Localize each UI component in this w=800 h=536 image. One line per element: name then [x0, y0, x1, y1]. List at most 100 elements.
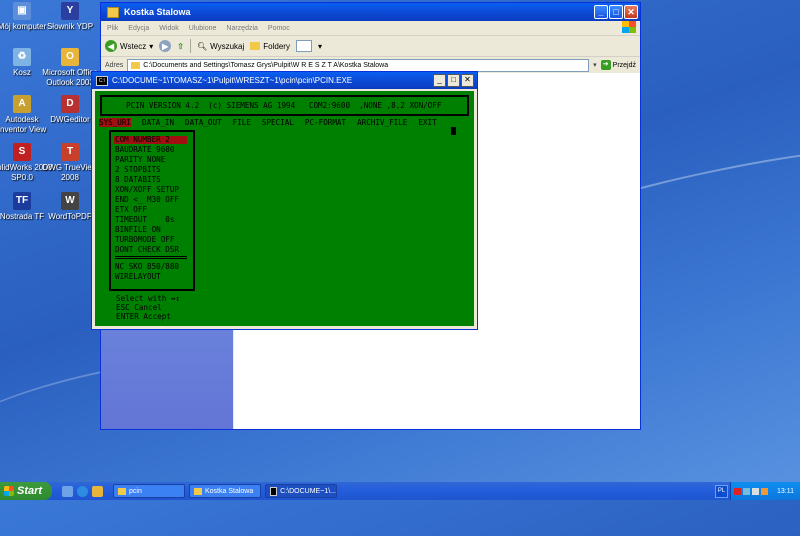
- key-hint: ENTER Accept: [116, 312, 171, 321]
- address-dropdown-icon[interactable]: ▾: [593, 61, 597, 69]
- folder-icon: [107, 6, 119, 18]
- submenu-option[interactable]: ETX OFF: [115, 206, 147, 214]
- folder-icon: [118, 487, 126, 495]
- cmd-icon: C:\: [96, 75, 108, 86]
- maximize-button[interactable]: □: [609, 5, 623, 19]
- back-button[interactable]: ◀ Wstecz ▾: [105, 40, 153, 52]
- menu-item[interactable]: Edycja: [128, 25, 149, 32]
- text-cursor: [451, 127, 456, 135]
- clock[interactable]: 13:11: [777, 488, 800, 495]
- taskbar-button[interactable]: C:\DOCUME~1\...: [265, 484, 337, 498]
- app-icon: D: [61, 95, 79, 113]
- console-title: C:\DOCUME~1\TOMASZ~1\Pulpit\WRESZT~1\pci…: [112, 76, 353, 85]
- menu-item[interactable]: Narzędzia: [226, 25, 258, 32]
- address-input[interactable]: C:\Documents and Settings\Tomasz Grys\Pu…: [127, 58, 590, 72]
- address-label: Adres: [105, 61, 124, 69]
- folder-icon: [131, 61, 141, 69]
- dropdown-arrow-icon[interactable]: ▾: [149, 42, 153, 51]
- back-arrow-icon: ◀: [105, 40, 117, 52]
- sys-uri-submenu: COM NUMBER 2 BAUDRATE 9600 PARITY NONE 2 ST…: [109, 130, 195, 291]
- submenu-option[interactable]: 8 DATABITS: [115, 176, 161, 184]
- app-icon: O: [61, 48, 79, 66]
- minimize-button[interactable]: _: [433, 74, 446, 87]
- pcin-menu-item[interactable]: PC-FORMAT: [305, 118, 346, 127]
- submenu-option[interactable]: DONT CHECK DSR: [115, 246, 179, 254]
- outlook-icon[interactable]: [92, 485, 103, 497]
- pcin-menu-item[interactable]: EXIT: [418, 118, 436, 127]
- task-list: pcin Kostka Stalowa C:\DOCUME~1\...: [109, 484, 337, 498]
- explorer-title: Kostka Stalowa: [124, 7, 191, 17]
- submenu-option[interactable]: 2 STOPBITS: [115, 166, 161, 174]
- tray-network-icon[interactable]: [743, 487, 750, 495]
- pcin-menu-item[interactable]: ARCHIV_FILE: [357, 118, 407, 127]
- menu-item[interactable]: Widok: [159, 25, 178, 32]
- submenu-option[interactable]: COM NUMBER 2: [114, 136, 187, 144]
- windows-logo-icon: [622, 21, 636, 33]
- folders-icon: [250, 42, 261, 50]
- folders-button[interactable]: Foldery: [250, 42, 290, 51]
- menu-item[interactable]: Ulubione: [189, 25, 217, 32]
- search-icon: 🔍︎: [196, 41, 208, 51]
- pcin-menu-item[interactable]: DATA_OUT: [185, 118, 222, 127]
- app-icon: S: [13, 143, 31, 161]
- submenu-option[interactable]: NC SKO 850/880: [115, 263, 179, 271]
- system-tray: 13:11: [730, 482, 800, 500]
- forward-button[interactable]: ▶: [159, 40, 172, 52]
- app-icon: ▣: [13, 2, 31, 20]
- taskbar-button-label: Kostka Stalowa: [205, 487, 254, 495]
- toolbar-separator: [189, 39, 191, 53]
- app-icon: ♻: [13, 48, 31, 66]
- pcin-menu-item[interactable]: SYS_URI: [99, 118, 132, 127]
- show-desktop-icon[interactable]: [62, 485, 73, 497]
- menu-item[interactable]: Plik: [107, 25, 118, 32]
- submenu-option[interactable]: PARITY NONE: [115, 156, 165, 164]
- windows-flag-icon: [4, 486, 14, 496]
- console-window[interactable]: C:\ C:\DOCUME~1\TOMASZ~1\Pulpit\WRESZT~1…: [91, 71, 478, 330]
- taskbar-button-label: pcin: [129, 487, 142, 495]
- tray-update-icon[interactable]: [761, 487, 768, 495]
- pcin-menubar: SYS_URI DATA_IN DATA_OUT FILE SPECIAL PC-FORM…: [99, 118, 437, 127]
- submenu-divider: [115, 256, 187, 259]
- tray-antivirus-icon[interactable]: [734, 487, 741, 495]
- explorer-titlebar[interactable]: Kostka Stalowa _ □ ✕: [101, 3, 640, 21]
- submenu-option[interactable]: BAUDRATE 9600: [115, 146, 174, 154]
- pcin-menu-item[interactable]: FILE: [233, 118, 251, 127]
- tray-volume-icon[interactable]: [752, 487, 759, 495]
- explorer-menubar: Plik Edycja Widok Ulubione Narzędzia Pomoc: [101, 21, 640, 36]
- console-titlebar[interactable]: C:\ C:\DOCUME~1\TOMASZ~1\Pulpit\WRESZT~1…: [92, 72, 477, 89]
- up-folder-icon[interactable]: ⇧: [177, 42, 184, 51]
- close-button[interactable]: ✕: [461, 74, 474, 87]
- language-indicator[interactable]: PL: [715, 485, 728, 498]
- search-button[interactable]: 🔍︎ Wyszukaj: [197, 42, 244, 51]
- submenu-option[interactable]: TIMEOUT 0s: [115, 216, 174, 224]
- pcin-menu-item[interactable]: SPECIAL: [262, 118, 294, 127]
- submenu-option[interactable]: BINFILE ON: [115, 226, 161, 234]
- desktop-icon[interactable]: Y Słownik YDP: [38, 2, 102, 32]
- cmd-icon: [270, 486, 278, 496]
- close-button[interactable]: ✕: [624, 5, 638, 19]
- key-hint: Select with ↔↕: [116, 294, 181, 303]
- start-button[interactable]: Start: [0, 482, 52, 500]
- views-button[interactable]: [295, 40, 312, 52]
- pcin-menu-item[interactable]: DATA_IN: [142, 118, 174, 127]
- submenu-option[interactable]: TURBOMODE OFF: [115, 236, 174, 244]
- taskbar: Start pcin Kostka Stalowa C:\DOCUME~1\... …: [0, 482, 800, 500]
- taskbar-button[interactable]: Kostka Stalowa: [189, 484, 261, 498]
- folder-icon: [194, 487, 202, 495]
- pcin-banner: PCIN VERSION 4.2 (c) SIEMENS AG 1994 COM…: [100, 95, 469, 116]
- minimize-button[interactable]: _: [594, 5, 608, 19]
- go-button[interactable]: ➔ Przejdź: [600, 60, 640, 70]
- console-screen[interactable]: PCIN VERSION 4.2 (c) SIEMENS AG 1994 COM…: [95, 91, 474, 326]
- internet-explorer-icon[interactable]: [77, 485, 88, 497]
- views-dropdown-icon[interactable]: ▾: [318, 42, 322, 51]
- maximize-button[interactable]: □: [447, 74, 460, 87]
- explorer-toolbar: ◀ Wstecz ▾ ▶ ⇧ 🔍︎ Wyszukaj Foldery ▾: [101, 36, 640, 57]
- quick-launch: [62, 485, 103, 497]
- submenu-option[interactable]: XON/XOFF SETUP: [115, 186, 179, 194]
- submenu-option[interactable]: END <_ M30 OFF: [115, 196, 179, 204]
- menu-item[interactable]: Pomoc: [268, 25, 290, 32]
- go-arrow-icon: ➔: [600, 60, 611, 70]
- submenu-option[interactable]: WIRELAYOUT: [115, 273, 161, 281]
- taskbar-button[interactable]: pcin: [113, 484, 185, 498]
- key-hint: ESC Cancel: [116, 303, 162, 312]
